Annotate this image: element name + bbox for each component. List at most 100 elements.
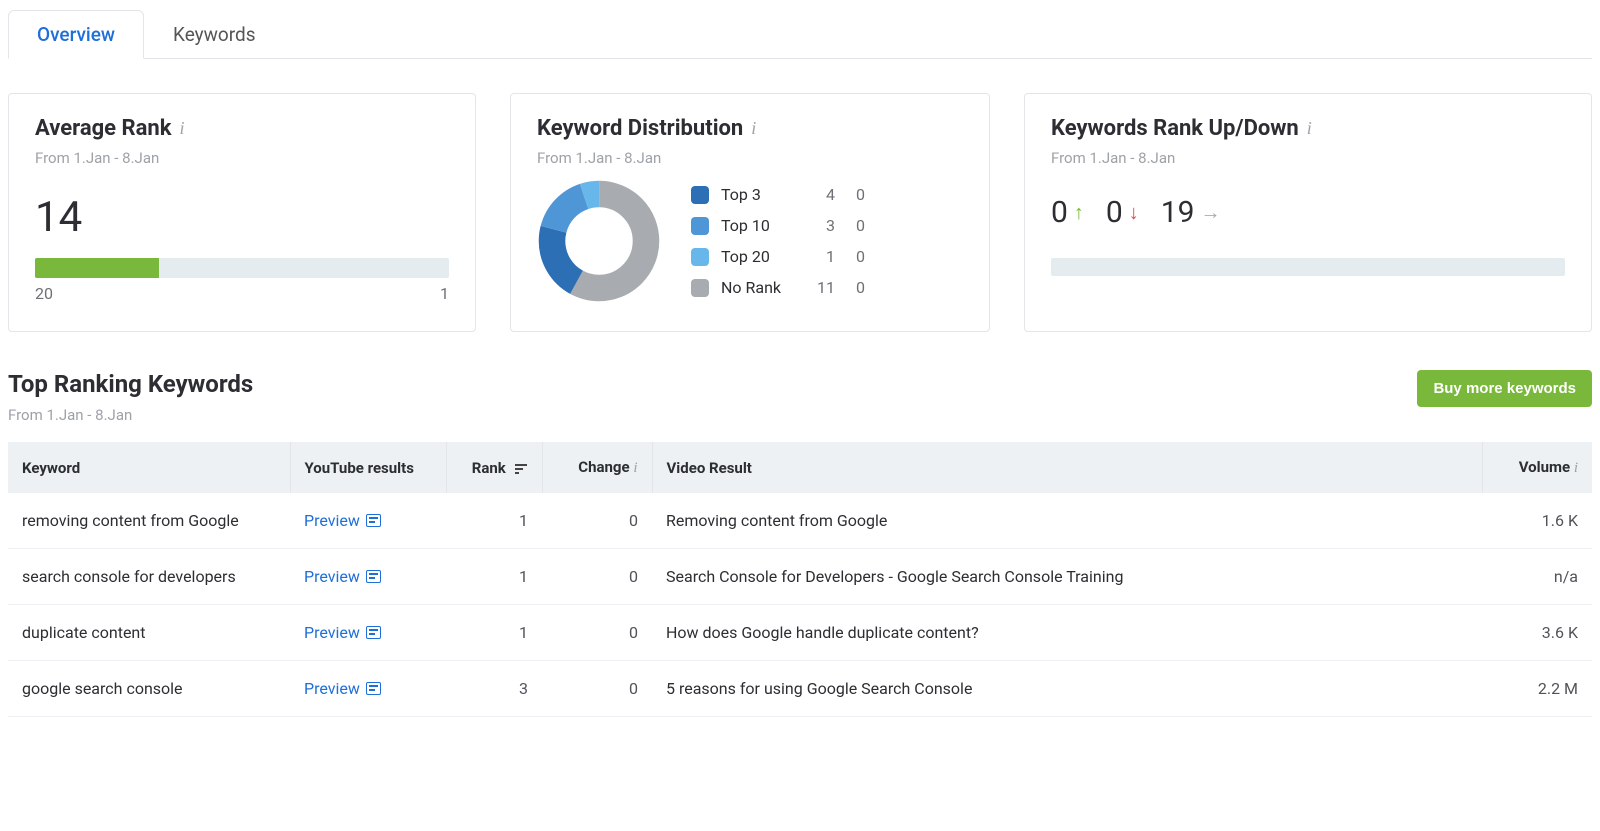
preview-link[interactable]: Preview [304,623,381,642]
th-keyword[interactable]: Keyword [8,442,290,493]
preview-link[interactable]: Preview [304,511,381,530]
sort-icon [514,463,528,475]
legend-value-b: 0 [835,278,865,297]
scale-left: 20 [35,284,53,303]
legend-label: Top 10 [721,216,799,235]
table-row: google search console Preview 3 0 5 reas… [8,661,1592,717]
cell-rank: 1 [446,493,542,549]
tab-overview[interactable]: Overview [8,10,144,59]
info-icon: i [633,460,637,476]
ranking-tbody: removing content from Google Preview 1 0… [8,493,1592,717]
cell-keyword: removing content from Google [8,493,290,549]
preview-label: Preview [304,623,360,642]
cell-change: 0 [542,661,652,717]
cell-video: Search Console for Developers - Google S… [652,549,1482,605]
avg-rank-range: From 1.Jan - 8.Jan [35,149,449,167]
card-title: Keywords Rank Up/Down i [1051,116,1565,141]
info-icon[interactable]: i [1307,118,1312,139]
card-rank-updown: Keywords Rank Up/Down i From 1.Jan - 8.J… [1024,93,1592,332]
th-volume-label: Volume [1519,458,1570,476]
th-rank-label: Rank [472,459,506,477]
card-title: Keyword Distribution i [537,116,963,141]
legend-row: Top 3 4 0 [691,185,865,204]
legend-value-a: 4 [799,185,835,204]
updown-same-group: 19 → [1161,195,1221,230]
avg-rank-value: 14 [35,193,449,242]
cell-keyword: duplicate content [8,605,290,661]
updown-same-value: 19 [1161,195,1195,230]
cell-volume: 1.6 K [1482,493,1592,549]
cell-video: Removing content from Google [652,493,1482,549]
updown-range: From 1.Jan - 8.Jan [1051,149,1565,167]
updown-bar [1051,258,1565,276]
cell-change: 0 [542,493,652,549]
updown-down-value: 0 [1106,195,1123,230]
legend-label: Top 3 [721,185,799,204]
preview-icon [366,626,381,639]
table-row: removing content from Google Preview 1 0… [8,493,1592,549]
card-average-rank: Average Rank i From 1.Jan - 8.Jan 14 20 … [8,93,476,332]
info-icon[interactable]: i [179,118,184,139]
th-video[interactable]: Video Result [652,442,1482,493]
preview-link[interactable]: Preview [304,567,381,586]
arrow-up-icon: ↑ [1074,200,1084,225]
swatch-icon [691,217,709,235]
buy-more-keywords-button[interactable]: Buy more keywords [1417,370,1592,407]
legend-value-b: 0 [835,216,865,235]
legend-label: No Rank [721,278,799,297]
ranking-table: Keyword YouTube results Rank Change i Vi… [8,442,1592,717]
tab-keywords[interactable]: Keywords [144,10,285,59]
cell-keyword: google search console [8,661,290,717]
th-volume[interactable]: Volume i [1482,442,1592,493]
cell-volume: 3.6 K [1482,605,1592,661]
updown-down-group: 0 ↓ [1106,195,1139,230]
info-icon[interactable]: i [751,118,756,139]
donut-hole [567,209,632,274]
legend-label: Top 20 [721,247,799,266]
th-rank[interactable]: Rank [446,442,542,493]
swatch-icon [691,279,709,297]
preview-link[interactable]: Preview [304,679,381,698]
distribution-range: From 1.Jan - 8.Jan [537,149,963,167]
cell-rank: 3 [446,661,542,717]
legend-row: Top 10 3 0 [691,216,865,235]
th-change-label: Change [578,458,629,476]
legend-row: No Rank 11 0 [691,278,865,297]
cards-row: Average Rank i From 1.Jan - 8.Jan 14 20 … [8,93,1592,332]
distribution-title: Keyword Distribution [537,116,743,141]
legend-value-a: 1 [799,247,835,266]
arrow-down-icon: ↓ [1129,200,1139,225]
scale-right: 1 [440,284,449,303]
legend-value-b: 0 [835,247,865,266]
cell-rank: 1 [446,605,542,661]
preview-icon [366,514,381,527]
avg-rank-title: Average Rank [35,116,171,141]
preview-label: Preview [304,511,360,530]
legend-value-b: 0 [835,185,865,204]
arrow-right-icon: → [1200,200,1220,225]
th-change[interactable]: Change i [542,442,652,493]
table-row: duplicate content Preview 1 0 How does G… [8,605,1592,661]
updown-up-group: 0 ↑ [1051,195,1084,230]
ranking-title: Top Ranking Keywords [8,370,253,398]
swatch-icon [691,248,709,266]
section-header: Top Ranking Keywords From 1.Jan - 8.Jan … [8,370,1592,424]
cell-change: 0 [542,549,652,605]
avg-rank-bar-fill [35,258,159,278]
table-row: search console for developers Preview 1 … [8,549,1592,605]
info-icon: i [1574,460,1578,476]
cell-change: 0 [542,605,652,661]
preview-icon [366,682,381,695]
tabs: Overview Keywords [8,10,1592,59]
cell-keyword: search console for developers [8,549,290,605]
legend-value-a: 3 [799,216,835,235]
updown-title: Keywords Rank Up/Down [1051,116,1299,141]
donut-chart [537,179,661,303]
cell-rank: 1 [446,549,542,605]
preview-label: Preview [304,679,360,698]
swatch-icon [691,186,709,204]
legend-row: Top 20 1 0 [691,247,865,266]
donut-legend: Top 3 4 0 Top 10 3 0 Top 20 1 0 [691,185,865,297]
card-keyword-distribution: Keyword Distribution i From 1.Jan - 8.Ja… [510,93,990,332]
th-youtube[interactable]: YouTube results [290,442,446,493]
